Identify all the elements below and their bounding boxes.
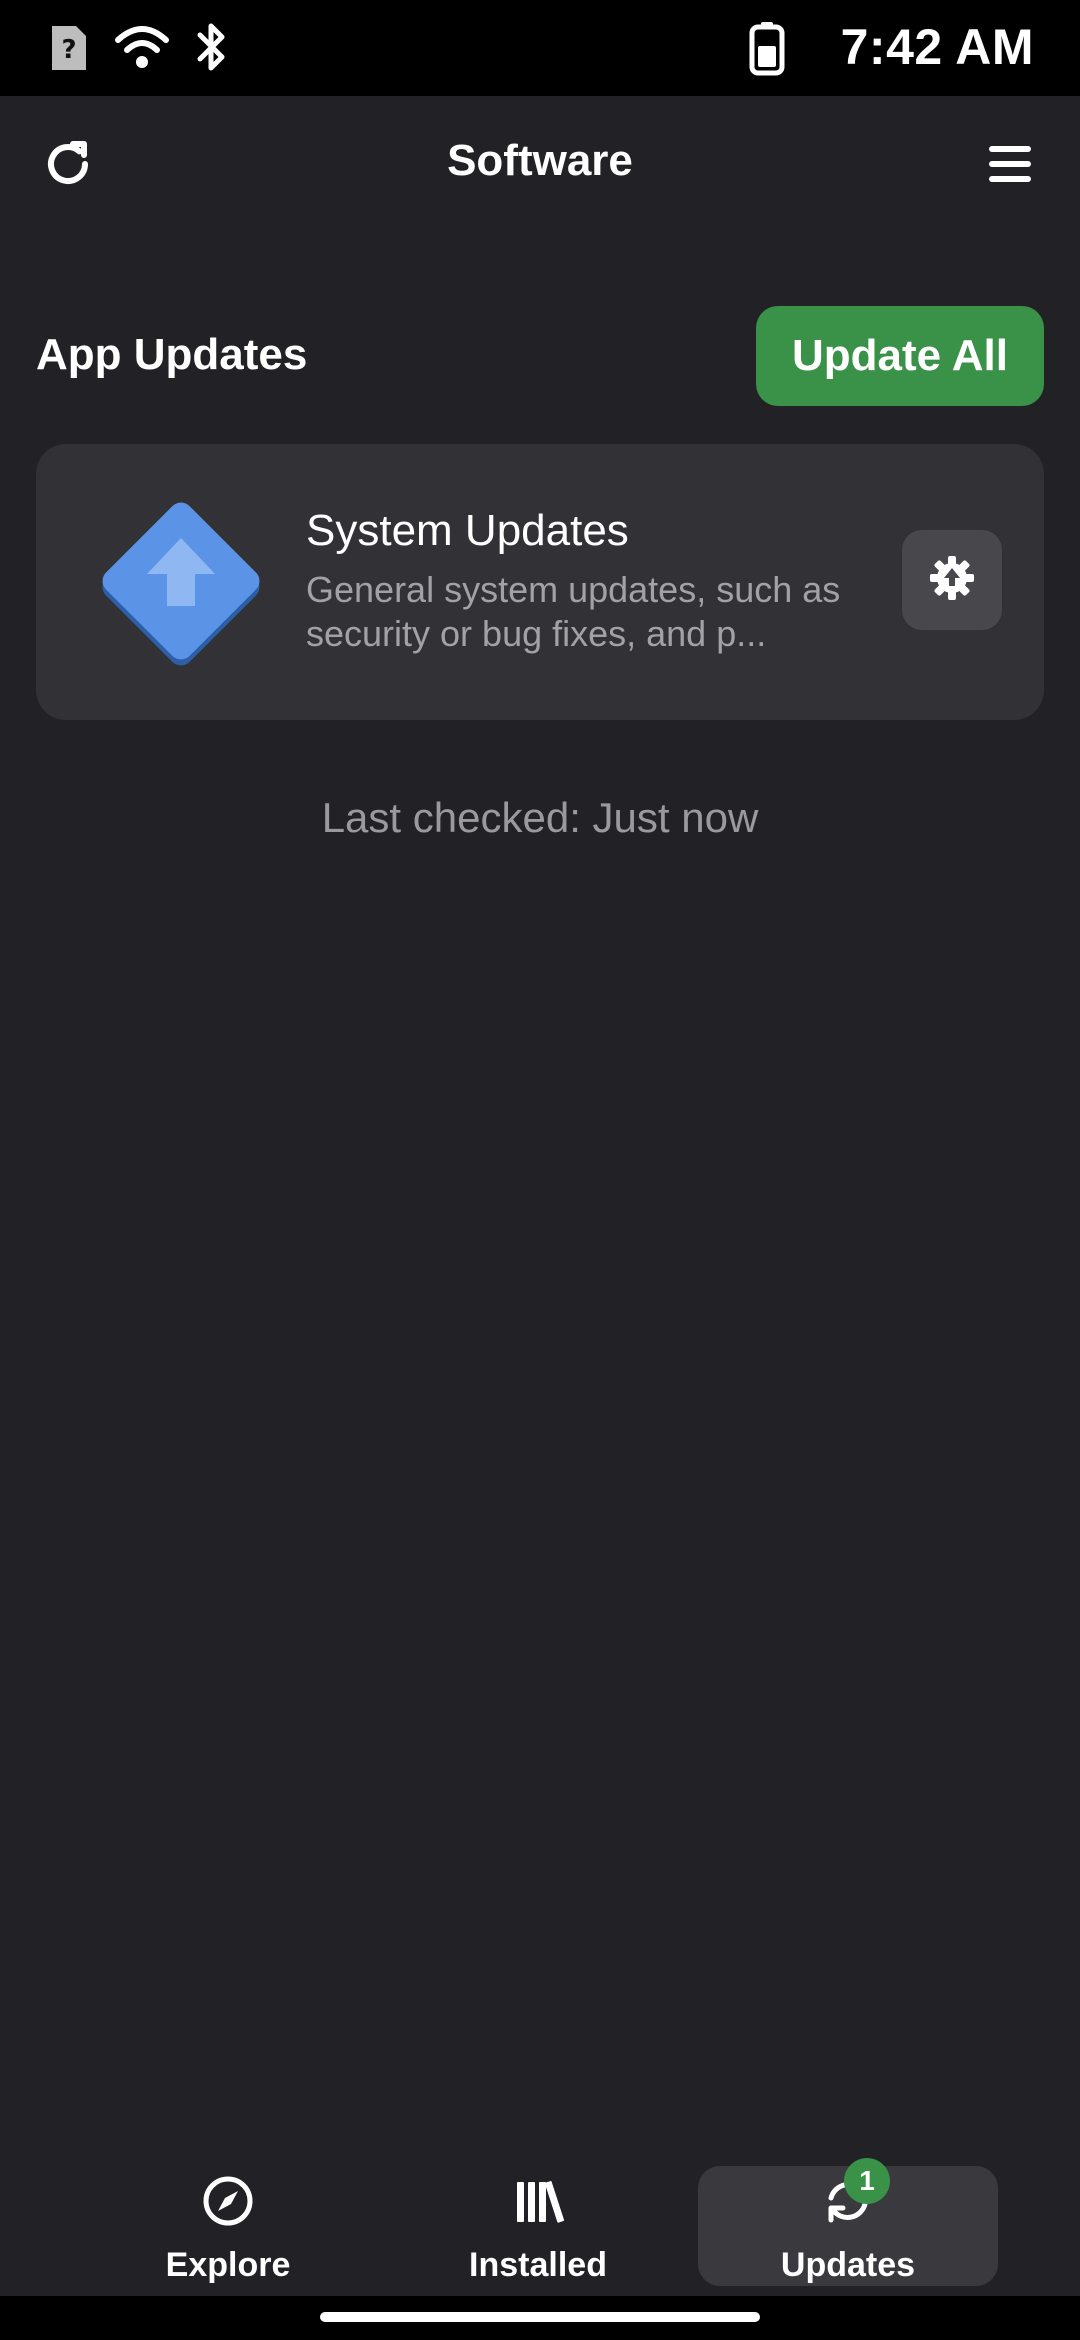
menu-icon: [987, 144, 1033, 189]
tab-explore-label: Explore: [165, 2246, 291, 2284]
system-update-icon: [82, 484, 278, 680]
update-item-title: System Updates: [306, 506, 629, 555]
tab-updates-label: Updates: [780, 2246, 916, 2284]
bottom-navigation: Explore Installed 1 Updates: [0, 2150, 1080, 2300]
battery-icon: [748, 20, 786, 81]
tab-installed-label: Installed: [469, 2246, 607, 2284]
library-icon: [511, 2174, 565, 2233]
update-all-button[interactable]: Update All: [756, 306, 1044, 406]
sim-unknown-icon: ?: [46, 22, 90, 79]
top-app-bar: Software: [0, 96, 1080, 236]
home-gesture-handle[interactable]: [320, 2312, 760, 2322]
updates-count-badge: 1: [844, 2158, 890, 2204]
wifi-icon: [114, 24, 170, 75]
svg-text:?: ?: [61, 35, 76, 65]
tab-explore[interactable]: Explore: [78, 2166, 378, 2286]
last-checked-status: Last checked: Just now: [321, 794, 759, 841]
upload-gear-icon: [927, 553, 977, 608]
gesture-navigation-bar: [0, 2296, 1080, 2340]
status-bar: ? 7:42 AM: [0, 0, 1080, 96]
update-item-card[interactable]: System Updates General system updates, s…: [36, 444, 1044, 720]
update-item-description: General system updates, such as security…: [306, 569, 841, 654]
clock-time: 7:42 AM: [840, 19, 1034, 75]
bluetooth-icon: [194, 20, 230, 79]
menu-button[interactable]: [962, 118, 1058, 214]
page-title: Software: [447, 136, 633, 185]
compass-icon: [201, 2174, 255, 2233]
software-app-screen: ? 7:42 AM Software App Updates Update Al…: [0, 0, 1080, 2340]
tab-installed[interactable]: Installed: [388, 2166, 688, 2286]
install-update-button[interactable]: [902, 530, 1002, 630]
section-title: App Updates: [36, 330, 308, 379]
tab-updates[interactable]: 1 Updates: [698, 2158, 998, 2286]
